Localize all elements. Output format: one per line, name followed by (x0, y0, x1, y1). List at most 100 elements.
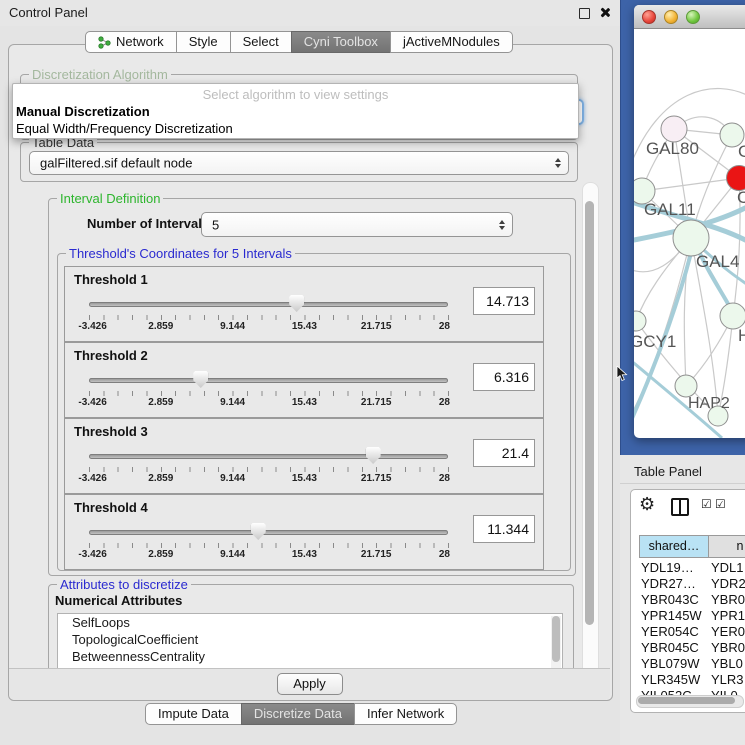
number-of-intervals-combobox[interactable]: 5 (201, 212, 513, 237)
dropdown-option-equal-width[interactable]: Equal Width/Frequency Discretization (16, 121, 233, 136)
table-panel-title: Table Panel (634, 464, 702, 479)
node-label: GCY1 (634, 332, 676, 351)
combobox-value: 5 (212, 217, 219, 232)
numerical-attributes-label: Numerical Attributes (55, 593, 182, 608)
scrollbar-thumb[interactable] (552, 616, 560, 662)
table-data-group: Table Data galFiltered.sif default node (20, 142, 578, 182)
group-title: Attributes to discretize (57, 577, 191, 592)
threshold-slider[interactable]: -3.426 2.859 9.144 15.43 21.715 28 (89, 523, 448, 563)
slider-thumb[interactable] (193, 371, 208, 388)
threshold-panel-1: Threshold 1 -3.426 2.859 9.144 15.43 21.… (64, 266, 544, 342)
dropdown-option-manual[interactable]: Manual Discretization (16, 104, 150, 119)
threshold-panel-2: Threshold 2 -3.426 2.859 9.144 15.43 21.… (64, 342, 544, 418)
checkbox-icon[interactable]: ☑ (715, 497, 726, 511)
zoom-traffic-light-icon[interactable] (686, 10, 700, 24)
column-header-shared[interactable]: shared… (639, 535, 709, 558)
node-label: H (738, 326, 745, 345)
table-data-combobox[interactable]: galFiltered.sif default node (29, 151, 569, 175)
algorithm-dropdown-popup: Select algorithm to view settings Manual… (12, 83, 579, 139)
network-window-titlebar[interactable] (634, 5, 745, 29)
node-label: HAP2 (688, 395, 730, 412)
list-item[interactable]: TopologicalCoefficient (58, 631, 562, 648)
minimize-traffic-light-icon[interactable] (664, 10, 678, 24)
node-table-card: ⚙ ☑ ☑ shared… n YDL19…YDL1 YDR27…YDR2 YB… (630, 489, 745, 713)
threshold-label: Threshold 2 (74, 348, 148, 363)
slider-scale: -3.426 2.859 9.144 15.43 21.715 28 (89, 473, 448, 485)
group-title: Interval Definition (57, 191, 163, 206)
tab-impute-data[interactable]: Impute Data (145, 703, 242, 725)
network-canvas[interactable]: GAL80 GA C GAL11 GAL4 GCY1 H HAP2 (634, 29, 745, 438)
node-hap2[interactable] (675, 375, 697, 397)
threshold-slider[interactable]: -3.426 2.859 9.144 15.43 21.715 28 (89, 295, 448, 335)
list-item[interactable]: BetweennessCentrality (58, 648, 562, 665)
threshold-value-field[interactable]: 6.316 (473, 363, 535, 391)
control-panel: Control Panel Network Style Select Cyni … (0, 0, 620, 745)
tab-infer-network[interactable]: Infer Network (354, 703, 457, 725)
node-label: C (737, 188, 745, 207)
number-of-intervals-label: Number of Intervals (87, 216, 209, 231)
panel-title: Control Panel (9, 5, 88, 20)
checkbox-icon[interactable]: ☑ (701, 497, 712, 511)
threshold-panel-4: Threshold 4 -3.426 2.859 9.144 15.43 21.… (64, 494, 544, 570)
cyni-mode-tabs: Impute Data Discretize Data Infer Networ… (145, 703, 457, 725)
combobox-value: galFiltered.sif default node (40, 156, 192, 171)
close-traffic-light-icon[interactable] (642, 10, 656, 24)
network-icon (98, 36, 111, 49)
node-label: GAL4 (696, 252, 739, 271)
apply-button[interactable]: Apply (277, 673, 343, 695)
list-item[interactable]: SelfLoops (58, 614, 562, 631)
scrollbar-thumb[interactable] (585, 201, 594, 625)
slider-ticks (89, 467, 449, 472)
slider-thumb[interactable] (289, 295, 304, 312)
gear-icon[interactable]: ⚙ (639, 494, 655, 515)
slider-ticks (89, 315, 449, 320)
interval-definition-group: Interval Definition Number of Intervals … (48, 198, 576, 576)
panel-scrollbar[interactable] (582, 182, 599, 682)
slider-scale: -3.426 2.859 9.144 15.43 21.715 28 (89, 321, 448, 333)
threshold-value-field[interactable]: 14.713 (473, 287, 535, 315)
slider-ticks (89, 391, 449, 396)
network-view-window: GAL80 GA C GAL11 GAL4 GCY1 H HAP2 (634, 5, 745, 438)
threshold-slider[interactable]: -3.426 2.859 9.144 15.43 21.715 28 (89, 371, 448, 411)
tab-style[interactable]: Style (176, 31, 231, 53)
node-gcy1[interactable] (634, 311, 646, 331)
node-red-selected[interactable] (727, 166, 745, 191)
columns-icon[interactable] (671, 498, 689, 516)
node-gal4[interactable] (673, 220, 709, 256)
column-header-name[interactable]: n (708, 535, 745, 558)
tab-select[interactable]: Select (230, 31, 292, 53)
slider-scale: -3.426 2.859 9.144 15.43 21.715 28 (89, 549, 448, 561)
threshold-value-field[interactable]: 21.4 (473, 439, 535, 467)
slider-ticks (89, 543, 449, 548)
threshold-value-field[interactable]: 11.344 (473, 515, 535, 543)
slider-track[interactable] (89, 378, 448, 383)
float-window-icon[interactable] (579, 8, 590, 19)
network-graph: GAL80 GA C GAL11 GAL4 GCY1 H HAP2 (634, 29, 745, 438)
threshold-slider[interactable]: -3.426 2.859 9.144 15.43 21.715 28 (89, 447, 448, 487)
tab-cyni-toolbox[interactable]: Cyni Toolbox (291, 31, 391, 53)
mouse-cursor-icon (616, 366, 630, 382)
tab-jactivemnodules[interactable]: jActiveMNodules (390, 31, 513, 53)
tab-network[interactable]: Network (85, 31, 177, 53)
dropdown-hint-item[interactable]: Select algorithm to view settings (13, 87, 578, 102)
threshold-label: Threshold 4 (74, 500, 148, 515)
cytoscape-desktop: GAL80 GA C GAL11 GAL4 GCY1 H HAP2 (620, 0, 745, 455)
group-title: Threshold's Coordinates for 5 Intervals (66, 246, 295, 261)
group-title: Discretization Algorithm (29, 67, 171, 82)
node-label: GAL11 (644, 200, 696, 219)
node-label: GA (738, 142, 745, 161)
slider-track[interactable] (89, 530, 448, 535)
slider-track[interactable] (89, 302, 448, 307)
close-icon[interactable] (599, 7, 610, 18)
slider-track[interactable] (89, 454, 448, 459)
table-panel: Table Panel ⚙ ☑ ☑ shared… n YDL19…YDL1 Y… (620, 455, 745, 745)
table-horizontal-scrollbar[interactable] (636, 695, 744, 708)
scrollbar-thumb[interactable] (638, 697, 735, 704)
tab-discretize-data[interactable]: Discretize Data (241, 703, 355, 725)
slider-thumb[interactable] (366, 447, 381, 464)
spinner-icon (555, 158, 561, 168)
slider-thumb[interactable] (251, 523, 266, 540)
threshold-label: Threshold 1 (74, 272, 148, 287)
control-panel-titlebar: Control Panel (0, 0, 620, 26)
slider-scale: -3.426 2.859 9.144 15.43 21.715 28 (89, 397, 448, 409)
